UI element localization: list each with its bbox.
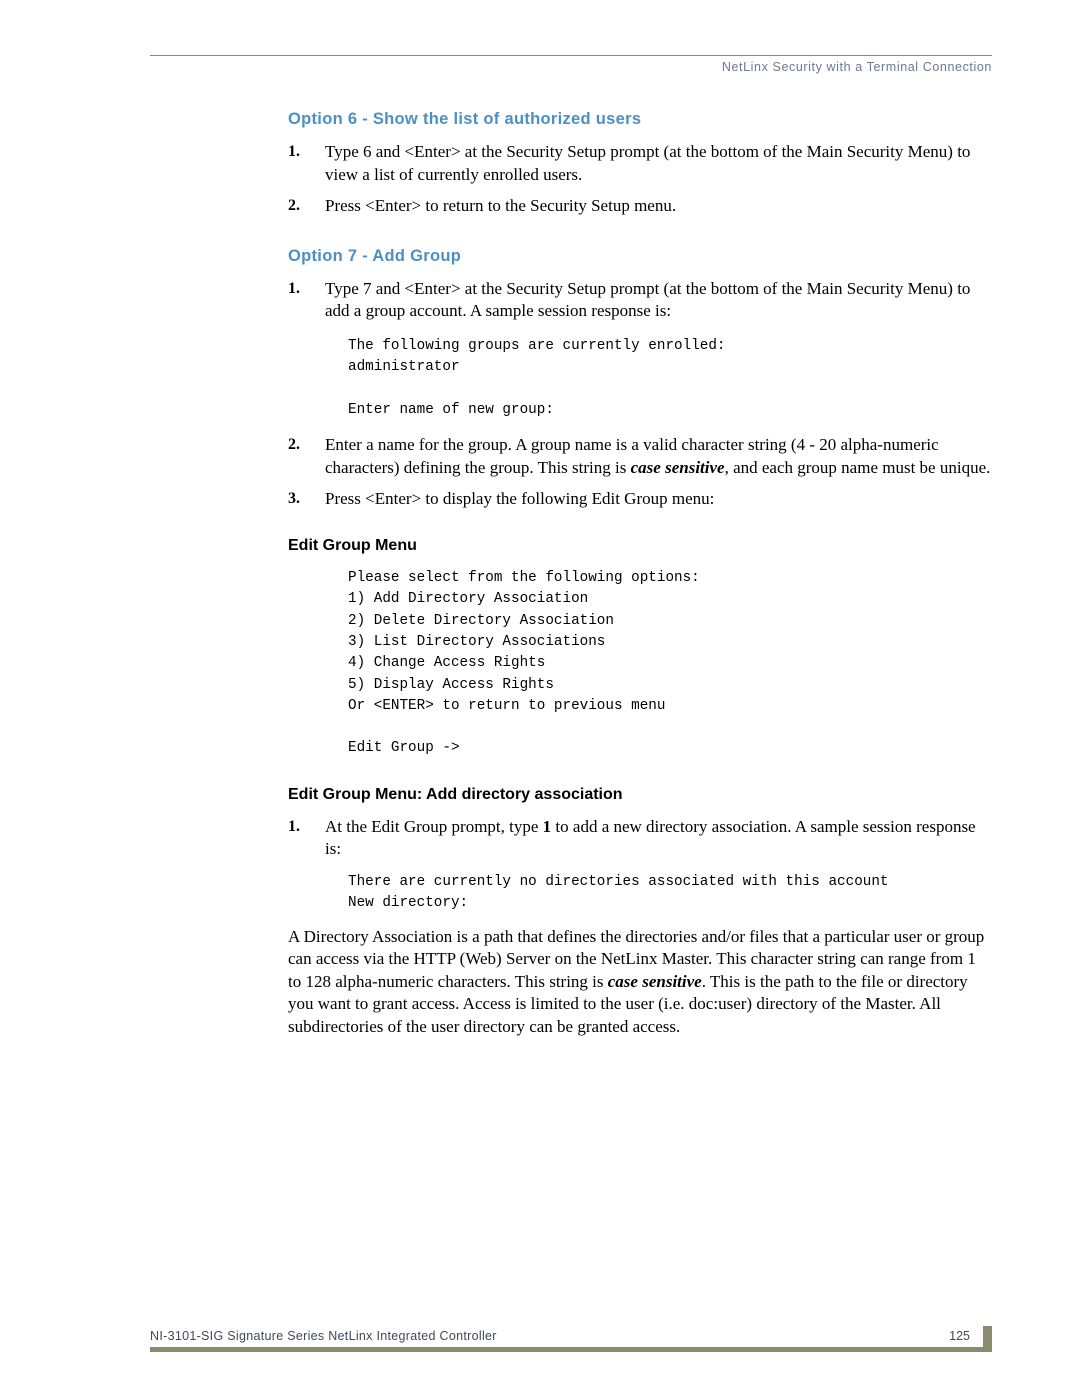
option-7-steps-part1: 1. Type 7 and <Enter> at the Security Se… (288, 278, 992, 323)
terminal-output-new-directory: There are currently no directories assoc… (348, 873, 889, 912)
emphasis-case-sensitive: case sensitive (607, 971, 702, 991)
list-item-number: 1. (288, 143, 300, 160)
running-head: NetLinx Security with a Terminal Connect… (721, 60, 992, 74)
emphasis-option-number: 1 (542, 816, 552, 836)
list-item-number: 3. (288, 490, 300, 508)
list-item-text: At the Edit Group prompt, type 1 to add … (325, 817, 976, 859)
list-item-number: 1. (288, 817, 300, 835)
paragraph-directory-association: A Directory Association is a path that d… (288, 926, 992, 1039)
list-item-number: 1. (288, 279, 300, 297)
list-item: 1. Type 6 and <Enter> at the Security Se… (288, 141, 992, 186)
terminal-output-add-group: The following groups are currently enrol… (348, 338, 726, 418)
heading-option-7: Option 7 - Add Group (288, 246, 462, 265)
list-item-number: 2. (288, 436, 300, 454)
page-content: Option 6 - Show the list of authorized u… (288, 110, 992, 1039)
terminal-output-edit-group-menu: Please select from the following options… (348, 570, 700, 757)
list-item: 3. Press <Enter> to display the followin… (288, 488, 992, 511)
step-text-after: , and each group name must be unique. (724, 457, 991, 477)
option-7-steps-part2: 2. Enter a name for the group. A group n… (288, 434, 992, 511)
list-item-text: Type 6 and <Enter> at the Security Setup… (325, 142, 971, 184)
page-footer: NI-3101-SIG Signature Series NetLinx Int… (150, 1318, 992, 1352)
add-directory-association-steps: 1. At the Edit Group prompt, type 1 to a… (288, 816, 992, 861)
document-page: NetLinx Security with a Terminal Connect… (0, 0, 1080, 1397)
list-item: 1. Type 7 and <Enter> at the Security Se… (288, 278, 992, 323)
list-item: 2. Press <Enter> to return to the Securi… (288, 195, 992, 218)
footer-product-name: NI-3101-SIG Signature Series NetLinx Int… (150, 1329, 497, 1343)
option-6-steps: 1. Type 6 and <Enter> at the Security Se… (288, 141, 992, 218)
heading-add-directory-association: Edit Group Menu: Add directory associati… (288, 785, 623, 803)
footer-tab-marker (983, 1326, 992, 1352)
footer-divider (150, 1347, 992, 1352)
step-text-before: At the Edit Group prompt, type (325, 816, 543, 836)
heading-edit-group-menu: Edit Group Menu (288, 537, 417, 555)
page-header: NetLinx Security with a Terminal Connect… (150, 55, 992, 85)
list-item: 2. Enter a name for the group. A group n… (288, 434, 992, 479)
page-number: 125 (949, 1329, 970, 1343)
header-divider (150, 55, 992, 56)
emphasis-case-sensitive: case sensitive (630, 457, 725, 477)
list-item-text: Press <Enter> to display the following E… (325, 489, 715, 509)
list-item-number: 2. (288, 197, 300, 215)
list-item-text: Type 7 and <Enter> at the Security Setup… (325, 278, 971, 321)
list-item: 1. At the Edit Group prompt, type 1 to a… (288, 816, 992, 861)
list-item-text: Enter a name for the group. A group name… (325, 435, 990, 477)
list-item-text: Press <Enter> to return to the Security … (325, 196, 677, 216)
heading-option-6: Option 6 - Show the list of authorized u… (288, 110, 642, 128)
